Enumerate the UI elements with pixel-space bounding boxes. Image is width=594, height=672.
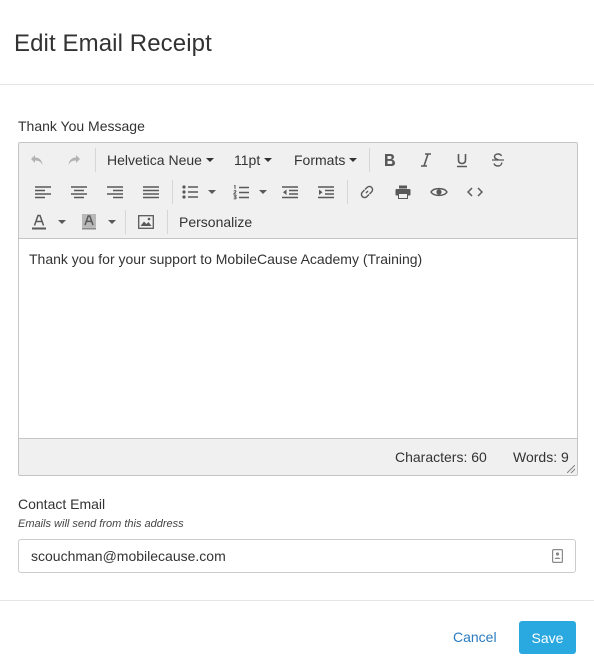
font-size-value: 11pt <box>234 152 261 168</box>
align-left-button[interactable] <box>27 179 59 205</box>
italic-button[interactable] <box>410 147 442 173</box>
print-icon <box>395 185 411 199</box>
bold-icon <box>385 154 395 166</box>
toolbar-separator <box>369 148 370 172</box>
outdent-button[interactable] <box>274 179 306 205</box>
font-size-dropdown[interactable]: 11pt <box>234 147 273 173</box>
underline-icon <box>457 153 467 167</box>
bullet-list-button[interactable] <box>174 179 206 205</box>
chevron-down-icon <box>264 158 273 162</box>
personalize-label: Personalize <box>179 214 253 230</box>
align-center-icon <box>71 185 87 198</box>
toolbar-separator <box>167 210 168 234</box>
underline-button[interactable] <box>446 147 478 173</box>
link-icon <box>360 185 374 199</box>
contact-email-help-text: Emails will send from this address <box>18 518 184 530</box>
eye-icon <box>430 187 448 197</box>
strikethrough-icon <box>492 153 504 167</box>
font-family-dropdown[interactable]: Helvetica Neue <box>107 147 214 173</box>
outdent-icon <box>282 185 298 198</box>
toolbar-separator <box>172 180 173 204</box>
contact-email-value: scouchman@mobilecause.com <box>31 548 226 564</box>
redo-button[interactable] <box>58 147 90 173</box>
message-body-text: Thank you for your support to MobileCaus… <box>29 251 423 267</box>
save-button[interactable]: Save <box>519 621 576 654</box>
chevron-down-icon <box>259 190 267 194</box>
source-code-button[interactable] <box>459 179 491 205</box>
chevron-down-icon <box>205 158 214 162</box>
align-right-button[interactable] <box>99 179 131 205</box>
text-color-options-button[interactable] <box>55 209 69 235</box>
dialog-header: Edit Email Receipt <box>0 0 594 85</box>
contact-card-icon[interactable] <box>552 549 563 563</box>
resize-handle-icon[interactable] <box>567 465 575 473</box>
font-family-value: Helvetica Neue <box>107 152 202 168</box>
background-color-icon <box>82 214 96 230</box>
code-icon <box>467 187 483 197</box>
chevron-down-icon <box>58 220 66 224</box>
align-justify-icon <box>143 185 159 198</box>
italic-icon <box>421 153 431 167</box>
numbered-list-options-button[interactable] <box>256 179 270 205</box>
formats-dropdown[interactable]: Formats <box>294 147 358 173</box>
toolbar-separator <box>95 148 96 172</box>
background-color-button[interactable] <box>75 209 103 235</box>
indent-button[interactable] <box>310 179 342 205</box>
chevron-down-icon <box>349 158 358 162</box>
text-color-button[interactable] <box>25 209 53 235</box>
strikethrough-button[interactable] <box>482 147 514 173</box>
rich-text-editor: Helvetica Neue 11pt Formats Personalize … <box>18 142 578 476</box>
redo-icon <box>68 155 80 165</box>
align-left-icon <box>35 185 51 198</box>
undo-button[interactable] <box>21 147 53 173</box>
preview-button[interactable] <box>423 179 455 205</box>
print-button[interactable] <box>387 179 419 205</box>
align-justify-button[interactable] <box>135 179 167 205</box>
chevron-down-icon <box>208 190 216 194</box>
character-count: Characters: 60 <box>395 449 487 465</box>
numbered-list-button[interactable] <box>225 179 257 205</box>
undo-icon <box>31 155 43 165</box>
personalize-button[interactable]: Personalize <box>179 209 252 235</box>
toolbar-row-2 <box>19 176 577 208</box>
dialog-footer <box>0 600 594 672</box>
insert-link-button[interactable] <box>351 179 383 205</box>
word-count: Words: 9 <box>513 449 569 465</box>
image-icon <box>138 215 154 229</box>
indent-icon <box>318 185 334 198</box>
formats-label: Formats <box>294 152 346 168</box>
toolbar-separator <box>125 210 126 234</box>
contact-email-field[interactable]: scouchman@mobilecause.com <box>18 539 576 573</box>
background-color-options-button[interactable] <box>105 209 119 235</box>
contact-email-label: Contact Email <box>18 496 106 512</box>
bullet-list-icon <box>182 185 198 199</box>
text-color-icon <box>32 214 46 230</box>
thank-you-message-label: Thank You Message <box>18 118 145 134</box>
toolbar-row-3: Personalize <box>19 206 577 238</box>
cancel-button[interactable]: Cancel <box>453 629 497 645</box>
chevron-down-icon <box>108 220 116 224</box>
bullet-list-options-button[interactable] <box>205 179 219 205</box>
editor-content-area[interactable]: Thank you for your support to MobileCaus… <box>19 240 577 440</box>
editor-status-bar: Characters: 60 Words: 9 <box>19 438 577 475</box>
insert-image-button[interactable] <box>130 209 162 235</box>
align-right-icon <box>107 185 123 198</box>
toolbar-separator <box>347 180 348 204</box>
align-center-button[interactable] <box>63 179 95 205</box>
dialog-title: Edit Email Receipt <box>14 30 212 57</box>
numbered-list-icon <box>233 184 249 199</box>
bold-button[interactable] <box>374 147 406 173</box>
editor-toolbar: Helvetica Neue 11pt Formats Personalize <box>19 143 577 239</box>
toolbar-row-1: Helvetica Neue 11pt Formats <box>19 144 577 176</box>
